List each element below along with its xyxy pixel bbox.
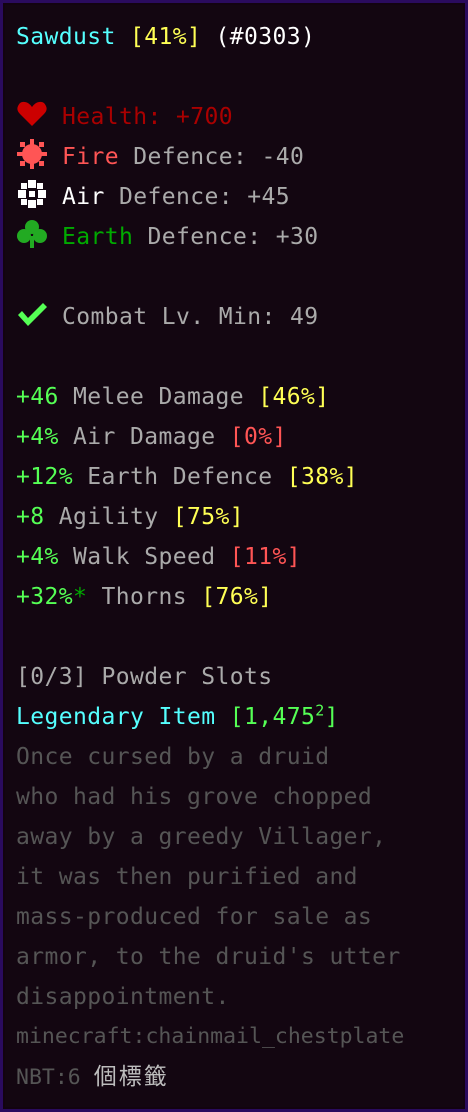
- fire-defence-value: -40: [261, 144, 305, 170]
- id-roll: [75%]: [172, 504, 244, 530]
- lore-line: away by a greedy Villager,: [16, 824, 387, 850]
- combat-level-label: Combat Lv. Min:: [62, 304, 276, 330]
- rarity-line: Legendary Item [1,4752]: [16, 697, 465, 737]
- id-earth-defence: +12% Earth Defence [38%]: [16, 457, 465, 497]
- lore-line: it was then purified and: [16, 864, 358, 890]
- rarity-label: Legendary Item: [16, 704, 216, 730]
- item-name: Sawdust: [16, 24, 116, 50]
- stat-fire-defence: Fire Defence: -40: [16, 137, 465, 177]
- earth-defence-value: +30: [275, 224, 319, 250]
- nbt-label: NBT:6: [16, 1065, 81, 1090]
- id-thorns: +32%* Thorns [76%]: [16, 577, 465, 617]
- nbt-tags: 個標籤: [93, 1064, 169, 1090]
- fire-icon: [16, 138, 48, 170]
- earth-element-label: Earth: [62, 224, 134, 250]
- item-tooltip: Sawdust [41%] (#0303) Health: +700 Fire: [0, 0, 468, 1112]
- id-value: +8: [16, 504, 45, 530]
- id-star: *: [73, 584, 88, 610]
- combat-level-requirement: Combat Lv. Min: 49: [16, 297, 465, 337]
- id-name: Thorns: [101, 584, 187, 610]
- id-name: Walk Speed: [73, 544, 216, 570]
- id-melee-damage: +46 Melee Damage [46%]: [16, 377, 465, 417]
- id-name: Earth Defence: [87, 464, 273, 490]
- item-id: minecraft:chainmail_chestplate: [16, 1024, 405, 1049]
- lore-line: disappointment.: [16, 984, 230, 1010]
- lore-line: armor, to the druid's utter: [16, 944, 401, 970]
- id-name: Agility: [58, 504, 159, 530]
- combat-level-value: 49: [289, 304, 319, 330]
- air-icon: [16, 178, 48, 210]
- lore-line: Once cursed by a druid: [16, 744, 330, 770]
- id-value: +32%: [16, 584, 73, 610]
- id-roll: [38%]: [286, 464, 358, 490]
- id-roll: [76%]: [201, 584, 273, 610]
- lore-line: who had his grove chopped: [16, 784, 373, 810]
- lore-line: mass-produced for sale as: [16, 904, 373, 930]
- id-value: +4%: [16, 424, 59, 450]
- reroll-count: [1,4752]: [229, 701, 339, 730]
- id-value: +4%: [16, 544, 59, 570]
- nbt-info: NBT:6 個標籤: [16, 1057, 465, 1097]
- id-name: Air Damage: [73, 424, 216, 450]
- id-value: +12%: [16, 464, 73, 490]
- stat-air-defence: Air Defence: +45: [16, 177, 465, 217]
- id-roll: [11%]: [229, 544, 301, 570]
- item-title: Sawdust [41%] (#0303): [16, 17, 465, 57]
- air-defence-value: +45: [247, 184, 290, 210]
- earth-defence-label: Defence:: [147, 224, 262, 250]
- fire-defence-label: Defence:: [133, 144, 248, 170]
- health-value: +700: [175, 104, 233, 130]
- id-name: Melee Damage: [73, 384, 244, 410]
- health-label: Health:: [62, 104, 162, 130]
- id-value: +46: [16, 384, 59, 410]
- air-element-label: Air: [62, 184, 105, 210]
- id-agility: +8 Agility [75%]: [16, 497, 465, 537]
- heart-icon: [16, 98, 48, 130]
- id-air-damage: +4% Air Damage [0%]: [16, 417, 465, 457]
- item-number: (#0303): [215, 24, 316, 50]
- checkmark-icon: [16, 298, 48, 330]
- stat-health: Health: +700: [16, 97, 465, 137]
- stat-earth-defence: Earth Defence: +30: [16, 217, 465, 257]
- item-roll-percent: [41%]: [129, 24, 202, 50]
- powder-slots: [0/3] Powder Slots: [16, 664, 273, 690]
- fire-element-label: Fire: [62, 144, 119, 170]
- id-roll: [0%]: [229, 424, 287, 450]
- id-roll: [46%]: [258, 384, 330, 410]
- id-walk-speed: +4% Walk Speed [11%]: [16, 537, 465, 577]
- earth-icon: [16, 218, 48, 250]
- air-defence-label: Defence:: [119, 184, 233, 210]
